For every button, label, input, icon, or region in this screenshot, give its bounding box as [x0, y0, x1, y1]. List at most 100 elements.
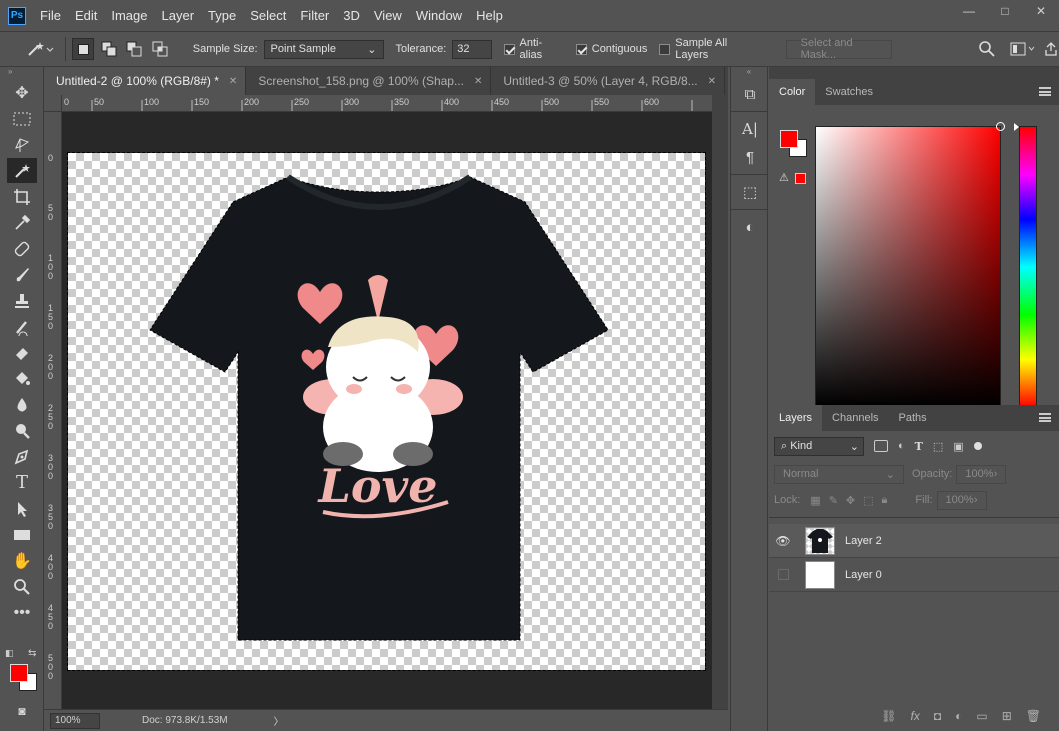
saturation-value-field[interactable] — [815, 122, 1005, 408]
rectangle-tool-icon[interactable] — [7, 522, 37, 547]
filter-toggle-icon[interactable] — [973, 442, 982, 450]
new-layer-icon[interactable]: ⊞ — [1002, 709, 1012, 723]
panel-menu-icon[interactable] — [1039, 413, 1051, 422]
layer-thumbnail[interactable] — [805, 526, 835, 555]
layer-row[interactable]: 👁︎ Layer 2 — [769, 524, 1059, 558]
opacity-input[interactable]: 100% › — [956, 464, 1007, 484]
healing-brush-tool-icon[interactable] — [7, 236, 37, 261]
close-icon[interactable]: ✕ — [229, 76, 237, 87]
menu-window[interactable]: Window — [416, 8, 462, 23]
close-icon[interactable]: ✕ — [474, 76, 482, 87]
paint-bucket-tool-icon[interactable] — [7, 366, 37, 391]
hue-slider-handle[interactable] — [1014, 123, 1019, 131]
lock-transparent-icon[interactable]: ▦ — [810, 494, 820, 507]
minimize-button[interactable]: — — [951, 0, 987, 22]
tolerance-input[interactable]: 32 — [452, 39, 492, 59]
tab-layers[interactable]: Layers — [769, 405, 823, 431]
menu-3d[interactable]: 3D — [343, 8, 360, 23]
antialias-checkbox[interactable] — [503, 43, 515, 55]
history-panel-icon[interactable]: ⧉ — [735, 81, 765, 107]
path-selection-tool-icon[interactable] — [7, 496, 37, 521]
group-icon[interactable]: ▭ — [976, 709, 987, 723]
tab-color[interactable]: Color — [769, 79, 816, 105]
zoom-level-input[interactable]: 100% — [50, 712, 100, 729]
menu-select[interactable]: Select — [250, 8, 286, 23]
clone-stamp-tool-icon[interactable] — [7, 288, 37, 313]
status-menu-arrow[interactable]: 〉 — [274, 713, 284, 728]
subtract-from-selection-button[interactable] — [123, 38, 145, 60]
blend-mode-dropdown[interactable]: Normal ⌄ — [774, 464, 904, 484]
menu-edit[interactable]: Edit — [75, 8, 97, 23]
move-tool-icon[interactable]: ✥ — [7, 80, 37, 105]
lock-artboard-icon[interactable]: ⬚ — [863, 494, 873, 507]
new-selection-button[interactable] — [72, 38, 94, 60]
menu-type[interactable]: Type — [208, 8, 236, 23]
character-panel-icon[interactable]: A| — [735, 116, 765, 142]
hue-slider[interactable] — [1014, 123, 1037, 408]
fill-input[interactable]: 100% › — [936, 490, 987, 510]
intersect-selection-button[interactable] — [149, 38, 171, 60]
document-size[interactable]: Doc: 973.8K/1.53M — [142, 715, 228, 726]
strip-collapse-icon[interactable]: « — [731, 67, 767, 79]
workspace-icon[interactable] — [1010, 41, 1036, 57]
lock-image-icon[interactable]: ✎ — [829, 494, 838, 507]
eraser-tool-icon[interactable] — [7, 340, 37, 365]
dodge-tool-icon[interactable] — [7, 418, 37, 443]
lock-position-icon[interactable]: ✥ — [846, 494, 855, 507]
vertical-scrollbar[interactable] — [712, 95, 728, 709]
search-icon[interactable] — [978, 40, 996, 58]
color-picker-cursor[interactable] — [996, 122, 1005, 131]
type-filter-icon[interactable]: T — [915, 440, 923, 453]
tool-preset-picker[interactable] — [20, 36, 59, 62]
shape-filter-icon[interactable]: ⬚ — [933, 440, 943, 453]
menu-layer[interactable]: Layer — [162, 8, 195, 23]
history-brush-tool-icon[interactable] — [7, 314, 37, 339]
select-and-mask-button[interactable]: Select and Mask... — [785, 37, 893, 61]
foreground-color-swatch[interactable] — [780, 130, 798, 148]
menu-file[interactable]: File — [40, 8, 61, 23]
lasso-tool-icon[interactable] — [7, 132, 37, 157]
vertical-ruler[interactable]: 0 5 0 1 0 0 1 5 0 2 0 0 2 5 0 3 0 0 3 5 … — [44, 112, 62, 709]
sample-all-layers-checkbox[interactable] — [659, 43, 671, 55]
paragraph-panel-icon[interactable]: ¶ — [735, 144, 765, 170]
toolbox-collapse-icon[interactable]: » — [0, 67, 43, 79]
menu-image[interactable]: Image — [111, 8, 147, 23]
gamut-color-swatch[interactable] — [795, 173, 806, 184]
menu-view[interactable]: View — [374, 8, 402, 23]
maximize-button[interactable]: □ — [987, 0, 1023, 22]
panel-menu-icon[interactable] — [1039, 87, 1051, 96]
tab-channels[interactable]: Channels — [822, 405, 888, 431]
adjustment-icon[interactable]: ◐ — [955, 709, 962, 723]
close-icon[interactable]: ✕ — [708, 76, 716, 87]
ruler-origin[interactable] — [44, 95, 62, 112]
foreground-color-swatch[interactable] — [10, 664, 28, 682]
layer-thumbnail[interactable] — [805, 560, 835, 589]
tab-swatches[interactable]: Swatches — [815, 79, 883, 105]
zoom-tool-icon[interactable] — [7, 574, 37, 599]
mask-icon[interactable]: ◘ — [934, 709, 941, 723]
lock-all-icon[interactable]: 🔒︎ — [882, 494, 888, 507]
brush-tool-icon[interactable] — [7, 262, 37, 287]
smart-object-filter-icon[interactable]: ▣ — [953, 440, 963, 453]
magic-wand-tool-icon[interactable] — [7, 158, 37, 183]
layer-row[interactable]: Layer 0 — [769, 558, 1059, 592]
share-icon[interactable] — [1043, 41, 1059, 57]
tshirt-artwork[interactable]: Love — [148, 172, 610, 642]
quick-mask-icon[interactable]: ◙ — [7, 698, 37, 723]
crop-tool-icon[interactable] — [7, 184, 37, 209]
3d-panel-icon[interactable]: ⬚ — [735, 179, 765, 205]
layer-kind-dropdown[interactable]: ⌕ Kind ⌄ — [774, 436, 864, 456]
link-icon[interactable]: ⛓︎ — [881, 709, 896, 723]
menu-help[interactable]: Help — [476, 8, 503, 23]
color-swatches[interactable]: ◧ ⇆ — [5, 648, 42, 696]
tab-screenshot-158[interactable]: Screenshot_158.png @ 100% (Shap... ✕ — [246, 67, 492, 95]
tab-paths[interactable]: Paths — [889, 405, 937, 431]
eyedropper-tool-icon[interactable] — [7, 210, 37, 235]
contiguous-checkbox[interactable] — [575, 43, 587, 55]
blur-tool-icon[interactable] — [7, 392, 37, 417]
visibility-toggle[interactable] — [769, 569, 797, 580]
layer-name[interactable]: Layer 2 — [845, 535, 882, 547]
eye-icon[interactable]: 👁︎ — [769, 534, 797, 548]
tab-untitled-2[interactable]: Untitled-2 @ 100% (RGB/8#) * ✕ — [44, 67, 247, 95]
marquee-tool-icon[interactable] — [7, 106, 37, 131]
